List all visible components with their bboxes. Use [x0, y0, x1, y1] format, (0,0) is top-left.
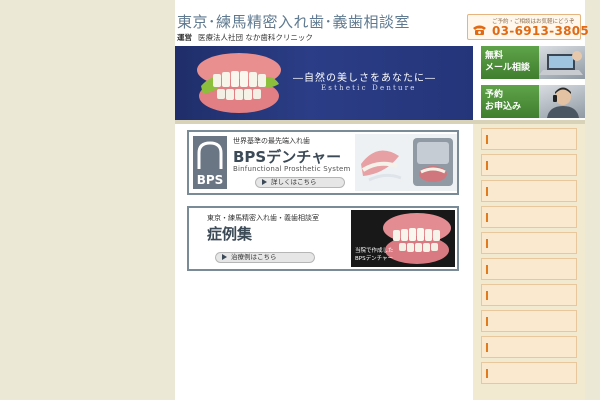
- bps-arch-icon: [197, 141, 223, 169]
- bullet-icon: [486, 265, 488, 274]
- hero-banner: ―自然の美しさをあなたに― Esthetic Denture: [175, 46, 473, 120]
- denture-image: [197, 53, 281, 113]
- page-container: 東京･練馬精密入れ歯･義歯相談室 運営 医療法人社団 なか歯科クリニック ご予約・…: [175, 0, 589, 400]
- laptop-photo: [539, 46, 585, 79]
- mail-button-label: 無料 メール相談: [485, 51, 531, 73]
- bps-tagline: 世界基準の最先端入れ歯: [233, 137, 310, 145]
- telephone-icon: [473, 25, 486, 35]
- sidebar-menu-item[interactable]: [481, 258, 577, 280]
- bullet-icon: [486, 369, 488, 378]
- sidebar: [473, 124, 585, 400]
- staff-photo: [539, 85, 585, 118]
- case-denture-photo: 当院で作成した BPSデンチャー: [351, 210, 455, 267]
- hero-subtitle: Esthetic Denture: [321, 84, 417, 92]
- case-photo-caption: 当院で作成した BPSデンチャー: [355, 248, 394, 262]
- bullet-icon: [486, 239, 488, 248]
- bullet-icon: [486, 213, 488, 222]
- arrow-right-icon: [222, 254, 227, 260]
- bps-logo-text: BPS: [196, 173, 224, 187]
- bps-detail-button[interactable]: 詳しくはこちら: [255, 177, 345, 188]
- reserve-button-label: 予約 お申込み: [485, 90, 522, 112]
- bullet-icon: [486, 317, 488, 326]
- case-studies-banner[interactable]: 東京・練馬精密入れ歯・義歯相談室 症例集 治療例はこちら 当院で作成した BPS…: [187, 206, 459, 271]
- cases-title: 症例集: [207, 225, 253, 243]
- free-mail-consultation-button[interactable]: 無料 メール相談: [481, 46, 585, 79]
- phone-number[interactable]: 03-6913-3805: [492, 24, 589, 38]
- sidebar-menu-item[interactable]: [481, 336, 577, 358]
- sidebar-menu-item[interactable]: [481, 310, 577, 332]
- sidebar-menu-item[interactable]: [481, 180, 577, 202]
- bps-logo: BPS: [193, 136, 227, 189]
- bps-denture-photo: [355, 134, 457, 191]
- phone-box: ご予約・ご相談はお気軽にどうぞ 03-6913-3805: [467, 14, 589, 40]
- reservation-button[interactable]: 予約 お申込み: [481, 85, 585, 118]
- bps-denture-banner[interactable]: BPS 世界基準の最先端入れ歯 BPSデンチャー Binfunctional P…: [187, 130, 459, 195]
- bullet-icon: [486, 187, 488, 196]
- operator-name: 医療法人社団 なか歯科クリニック: [198, 33, 313, 42]
- sidebar-menu-item[interactable]: [481, 362, 577, 384]
- arrow-right-icon: [262, 179, 267, 185]
- bps-subtitle: Binfunctional Prosthetic System: [233, 165, 351, 173]
- bullet-icon: [486, 161, 488, 170]
- cases-tagline: 東京・練馬精密入れ歯・義歯相談室: [207, 214, 319, 222]
- sidebar-menu-item[interactable]: [481, 154, 577, 176]
- bps-title: BPSデンチャー: [233, 148, 342, 166]
- sidebar-menu-item[interactable]: [481, 232, 577, 254]
- sidebar-menu-item[interactable]: [481, 284, 577, 306]
- operator-label: 運営: [177, 33, 192, 42]
- bullet-icon: [486, 343, 488, 352]
- sidebar-menu-item[interactable]: [481, 128, 577, 150]
- sidebar-menu-item[interactable]: [481, 206, 577, 228]
- operator-info: 運営 医療法人社団 なか歯科クリニック: [177, 32, 313, 43]
- site-title[interactable]: 東京･練馬精密入れ歯･義歯相談室: [177, 11, 410, 32]
- header: 東京･練馬精密入れ歯･義歯相談室 運営 医療法人社団 なか歯科クリニック ご予約・…: [175, 0, 589, 44]
- bullet-icon: [486, 291, 488, 300]
- cases-detail-button[interactable]: 治療例はこちら: [215, 252, 315, 263]
- bullet-icon: [486, 135, 488, 144]
- main-content: BPS 世界基準の最先端入れ歯 BPSデンチャー Binfunctional P…: [175, 124, 473, 400]
- hero-catchphrase: ―自然の美しさをあなたに―: [293, 73, 436, 84]
